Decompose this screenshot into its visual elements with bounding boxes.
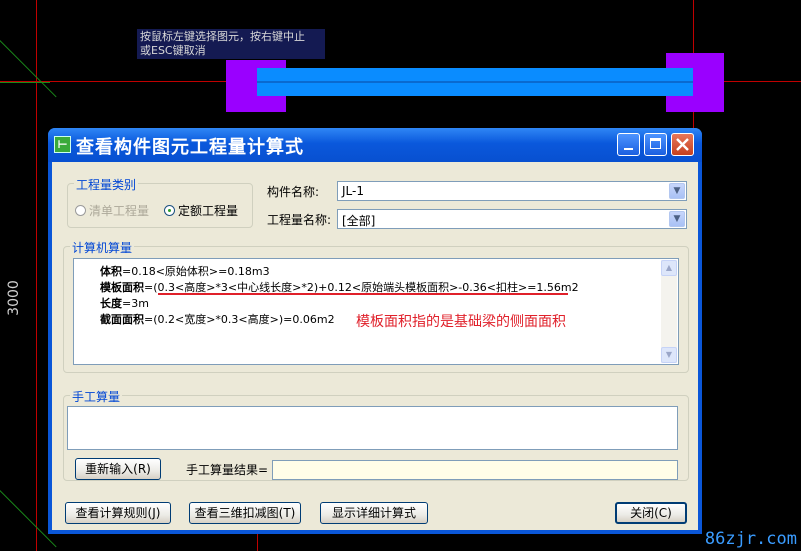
minimize-icon bbox=[624, 148, 633, 150]
dialog-client-area: 工程量类别 清单工程量 定额工程量 构件名称: JL-1 ▼ 工程量名称: [全… bbox=[52, 162, 698, 530]
dialog-title: 查看构件图元工程量计算式 bbox=[76, 137, 304, 158]
radio-quota-quantity-label: 定额工程量 bbox=[178, 204, 239, 218]
computer-calc-textarea[interactable]: 体积=0.18<原始体积>=0.18m3 模板面积=(0.3<高度>*3<中心线… bbox=[73, 258, 679, 365]
reenter-button[interactable]: 重新输入(R) bbox=[75, 458, 161, 480]
calc-scrollbar[interactable]: ▲ ▼ bbox=[661, 260, 677, 363]
calc-formula-volume: =0.18<原始体积>=0.18m3 bbox=[122, 265, 270, 278]
close-window-button[interactable] bbox=[671, 133, 694, 156]
view-3d-deduction-button[interactable]: 查看三维扣减图(T) bbox=[189, 502, 301, 524]
calc-formula-length: =3m bbox=[122, 297, 149, 310]
watermark: 86zjr.com bbox=[704, 529, 797, 549]
radio-list-quantity-circle bbox=[75, 205, 86, 216]
app-icon: ⊢ bbox=[54, 136, 71, 153]
quantity-type-label: 工程量类别 bbox=[74, 176, 139, 193]
minimize-button[interactable] bbox=[617, 133, 640, 156]
manual-calc-textarea[interactable] bbox=[67, 406, 678, 450]
component-name-select[interactable]: JL-1 ▼ bbox=[337, 181, 687, 201]
view-calc-rules-button[interactable]: 查看计算规则(J) bbox=[65, 502, 171, 524]
computer-calc-label: 计算机算量 bbox=[70, 239, 135, 256]
calc-line-section: 截面面积=(0.2<宽度>*0.3<高度>)=0.06m2 bbox=[100, 311, 335, 327]
manual-result-label: 手工算量结果= bbox=[186, 463, 269, 477]
chevron-down-icon[interactable]: ▼ bbox=[669, 211, 685, 227]
axis-line-vertical-bottom bbox=[257, 534, 258, 551]
show-detail-formula-button[interactable]: 显示详细计算式 bbox=[320, 502, 428, 524]
maximize-button[interactable] bbox=[644, 133, 667, 156]
radio-list-quantity-label: 清单工程量 bbox=[89, 204, 150, 218]
calc-name-volume: 体积 bbox=[100, 265, 122, 278]
dialog-title-bar[interactable]: ⊢ 查看构件图元工程量计算式 bbox=[48, 128, 702, 162]
diagonal-marker-top-left bbox=[0, 40, 57, 98]
quantity-name-select[interactable]: [全部] ▼ bbox=[337, 209, 687, 229]
dimension-label: 3000 bbox=[6, 280, 22, 316]
chevron-down-icon[interactable]: ▼ bbox=[669, 183, 685, 199]
calc-line-volume: 体积=0.18<原始体积>=0.18m3 bbox=[100, 263, 270, 279]
axis-line-green bbox=[0, 82, 50, 83]
close-button[interactable]: 关闭(C) bbox=[615, 502, 687, 524]
calc-name-formwork: 模板面积 bbox=[100, 281, 144, 294]
manual-calc-label: 手工算量 bbox=[70, 388, 123, 405]
annotation-text: 模板面积指的是基础梁的侧面面积 bbox=[356, 314, 566, 330]
quantity-type-group: 工程量类别 清单工程量 定额工程量 bbox=[67, 176, 253, 228]
maximize-icon bbox=[650, 138, 661, 149]
manual-result-field[interactable] bbox=[272, 460, 678, 480]
annotation-underline bbox=[158, 293, 568, 295]
tooltip-line-2: 或ESC键取消 bbox=[140, 44, 206, 57]
tooltip-line-1: 按鼠标左键选择图元，按右键中止 bbox=[140, 30, 305, 43]
close-icon bbox=[676, 138, 689, 151]
calc-name-length: 长度 bbox=[100, 297, 122, 310]
cad-prompt-tooltip: 按鼠标左键选择图元，按右键中止 或ESC键取消 bbox=[137, 29, 325, 59]
calc-formula-section: =(0.2<宽度>*0.3<高度>)=0.06m2 bbox=[144, 313, 335, 326]
calc-line-length: 长度=3m bbox=[100, 295, 149, 311]
quantity-name-value: [全部] bbox=[342, 214, 376, 228]
scroll-up-icon[interactable]: ▲ bbox=[661, 260, 677, 276]
radio-list-quantity[interactable]: 清单工程量 bbox=[75, 202, 149, 219]
scroll-down-icon[interactable]: ▼ bbox=[661, 347, 677, 363]
radio-quota-quantity[interactable]: 定额工程量 bbox=[164, 202, 238, 219]
component-name-value: JL-1 bbox=[342, 184, 364, 198]
radio-quota-quantity-circle bbox=[164, 205, 175, 216]
calc-name-section: 截面面积 bbox=[100, 313, 144, 326]
quantity-formula-dialog: ⊢ 查看构件图元工程量计算式 工程量类别 清单工程量 定额工程量 构件名称: J… bbox=[48, 128, 702, 534]
beam-centerline bbox=[257, 81, 693, 83]
quantity-name-label: 工程量名称: bbox=[267, 213, 332, 227]
component-name-label: 构件名称: bbox=[267, 185, 320, 199]
